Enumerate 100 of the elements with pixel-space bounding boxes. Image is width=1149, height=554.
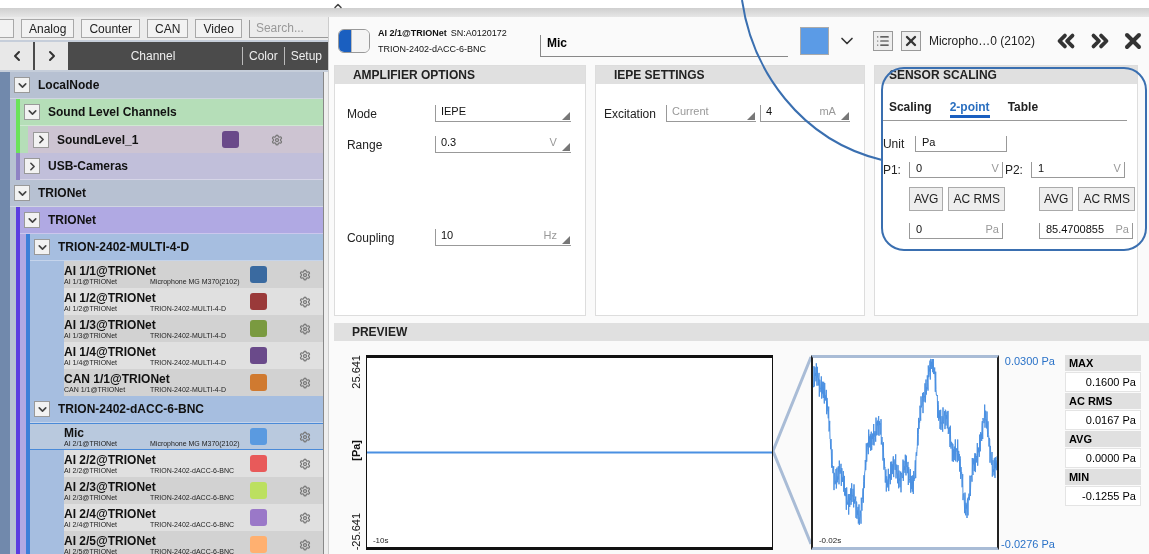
group-label: TRIONet: [48, 213, 96, 227]
axis-min-label: -25.641: [349, 512, 362, 550]
column-header[interactable]: Channel: [70, 49, 236, 63]
expand-toggle-down-icon[interactable]: [34, 401, 50, 417]
color-swatch[interactable]: [250, 347, 267, 364]
tree-group[interactable]: TRIONet: [10, 180, 323, 207]
channel-name: CAN 1/1@TRIONet: [64, 372, 171, 385]
stat-value: 0.0000 Pa: [1064, 448, 1141, 468]
color-swatch[interactable]: [250, 293, 267, 310]
dropdown-icon[interactable]: [840, 112, 849, 120]
dropdown-field: Current: [665, 105, 756, 122]
expand-toggle-right-icon[interactable]: [24, 158, 40, 174]
expand-toggle-down-icon[interactable]: [34, 239, 50, 255]
channel-name: AI 2/3@TRIONet: [64, 480, 157, 493]
filter-button[interactable]: Analog: [21, 19, 75, 38]
filter-button[interactable]: CAN: [147, 19, 189, 38]
color-swatch[interactable]: [250, 536, 267, 553]
channel-name: Mic: [64, 426, 85, 439]
color-swatch[interactable]: [250, 509, 267, 526]
scaled-value-field[interactable]: 0 Pa: [908, 223, 1003, 239]
forward-button[interactable]: [35, 42, 68, 70]
stat-value: -0.1255 Pa: [1064, 486, 1141, 506]
filter-button[interactable]: Video: [195, 19, 242, 38]
expand-toggle-right-icon[interactable]: [33, 131, 49, 148]
tab[interactable]: Table: [1007, 100, 1039, 118]
expand-toggle-down-icon[interactable]: [24, 212, 40, 228]
settings-icon[interactable]: [299, 295, 311, 308]
color-swatch[interactable]: [250, 320, 267, 337]
color-swatch[interactable]: [222, 131, 239, 148]
tab[interactable]: Scaling: [888, 100, 932, 118]
scaled-value-field[interactable]: 85.4700855 Pa: [1038, 223, 1133, 239]
channel-name: AI 1/4@TRIONet: [64, 345, 157, 358]
color-swatch[interactable]: [250, 428, 267, 445]
settings-icon[interactable]: [299, 538, 311, 551]
sensor-name: Micropho…0 (2102): [928, 34, 1035, 48]
color-swatch[interactable]: [799, 27, 829, 55]
channel-name: AI 1/2@TRIONet: [64, 291, 157, 304]
group-label: USB-Cameras: [48, 159, 129, 173]
settings-icon[interactable]: [271, 133, 283, 146]
channel-name: AI 1/1@TRIONet: [64, 264, 157, 277]
tab[interactable]: 2-point: [949, 100, 990, 118]
back-button[interactable]: [0, 42, 33, 70]
dropdown-field[interactable]: 10 Hz: [434, 229, 571, 246]
stat-label: AC RMS: [1064, 393, 1141, 409]
axis-unit-label: [Pa]: [349, 440, 362, 462]
column-header[interactable]: Color: [249, 49, 278, 63]
color-swatch[interactable]: [250, 266, 267, 283]
settings-icon[interactable]: [299, 268, 311, 281]
value-field[interactable]: 1 V: [1030, 162, 1125, 178]
channel-name: SoundLevel_1: [57, 133, 140, 146]
list-icon[interactable]: [872, 31, 893, 51]
channel-name: AI 2/2@TRIONet: [64, 453, 157, 466]
tree-group[interactable]: TRIONet: [20, 207, 323, 234]
settings-icon[interactable]: [299, 376, 311, 389]
group-label: TRION-2402-dACC-6-BNC: [58, 402, 204, 416]
dropdown-icon[interactable]: [561, 112, 570, 120]
settings-icon[interactable]: [299, 322, 311, 335]
settings-icon[interactable]: [299, 457, 311, 470]
color-swatch[interactable]: [250, 455, 267, 472]
settings-icon[interactable]: [299, 430, 311, 443]
tree-group[interactable]: TRION-2402-MULTI-4-D: [30, 234, 323, 261]
settings-icon[interactable]: [299, 349, 311, 362]
field-label: P2:: [1004, 163, 1024, 177]
close-icon[interactable]: [900, 31, 921, 51]
time-label: -10s: [372, 536, 389, 545]
filter-button[interactable]: Counter: [81, 19, 141, 38]
panel-title: PREVIEW: [333, 323, 1149, 341]
measure-button[interactable]: AC RMS: [948, 187, 1006, 211]
search-field[interactable]: Search...: [248, 19, 328, 38]
color-swatch[interactable]: [250, 374, 267, 391]
tree-group[interactable]: LocalNode: [10, 72, 323, 99]
name-field[interactable]: Mic: [539, 35, 788, 57]
dropdown-field[interactable]: 0.3 V: [434, 136, 571, 153]
value-field[interactable]: 0 V: [908, 162, 1003, 178]
expand-toggle-down-icon[interactable]: [24, 104, 40, 120]
channel-name: AI 2/4@TRIONet: [64, 507, 157, 520]
group-label: TRION-2402-MULTI-4-D: [58, 240, 190, 254]
measure-button[interactable]: AVG: [908, 187, 944, 211]
color-swatch[interactable]: [250, 482, 267, 499]
tree-group[interactable]: Sound Level Channels: [20, 99, 323, 126]
column-header[interactable]: Setup: [290, 49, 323, 63]
field-label: Mode: [346, 106, 378, 121]
expand-toggle-down-icon[interactable]: [14, 77, 30, 93]
measure-button[interactable]: AC RMS: [1078, 187, 1136, 211]
expand-toggle-down-icon[interactable]: [14, 185, 30, 201]
tree-group[interactable]: USB-Cameras: [20, 153, 323, 180]
unit-field[interactable]: Pa: [914, 136, 1007, 152]
stat-label: AVG: [1064, 431, 1141, 447]
zoom-min-label: -0.0276 Pa: [1001, 538, 1055, 550]
panel-title: AMPLIFIER OPTIONS: [334, 66, 585, 84]
settings-icon[interactable]: [299, 484, 311, 497]
dropdown-field[interactable]: 4 mA: [759, 105, 850, 122]
zoom-max-label: 0.0300 Pa: [1004, 355, 1055, 367]
dropdown-icon[interactable]: [561, 143, 570, 151]
settings-icon[interactable]: [299, 511, 311, 524]
tree-group[interactable]: TRION-2402-dACC-6-BNC: [30, 396, 323, 423]
measure-button[interactable]: AVG: [1038, 187, 1074, 211]
dropdown-icon[interactable]: [561, 236, 570, 244]
dropdown-field[interactable]: IEPE: [434, 105, 571, 122]
enable-switch[interactable]: [337, 29, 370, 53]
